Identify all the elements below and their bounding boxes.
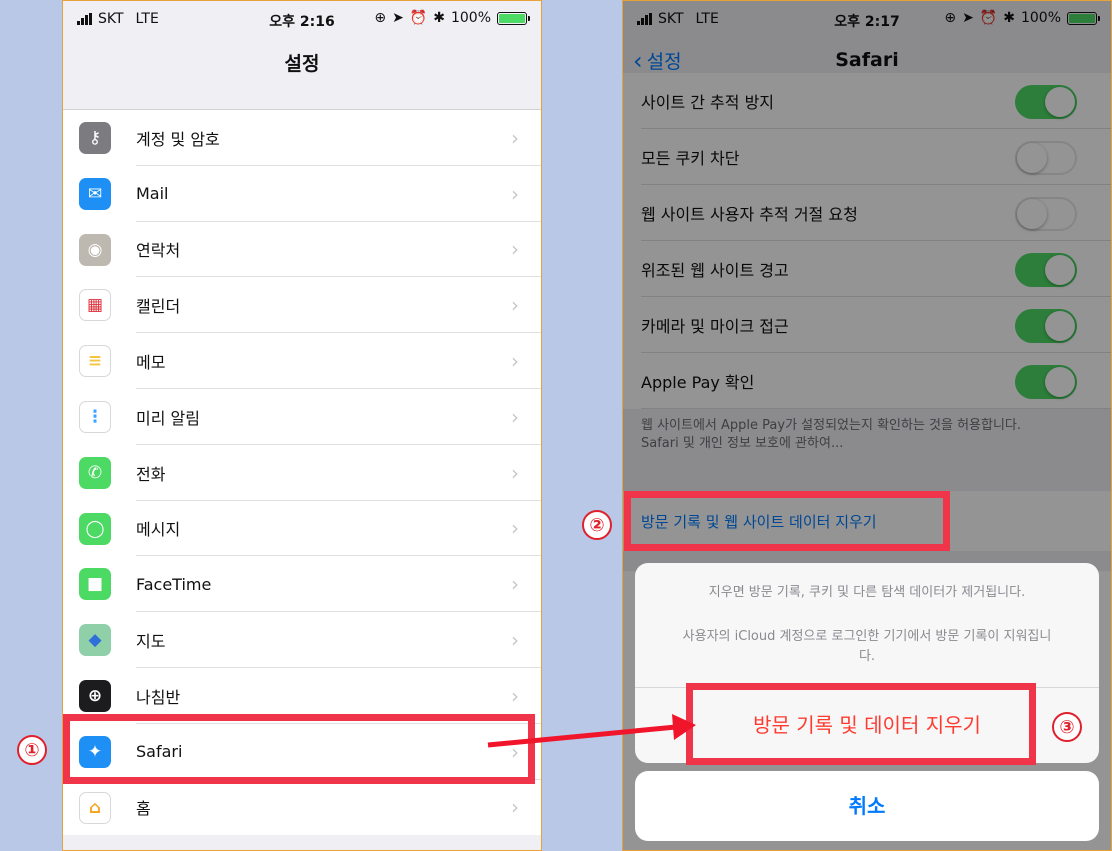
arrow-overlay (487, 714, 696, 748)
step-arrow (487, 724, 677, 748)
arrow-head-icon (672, 714, 696, 740)
